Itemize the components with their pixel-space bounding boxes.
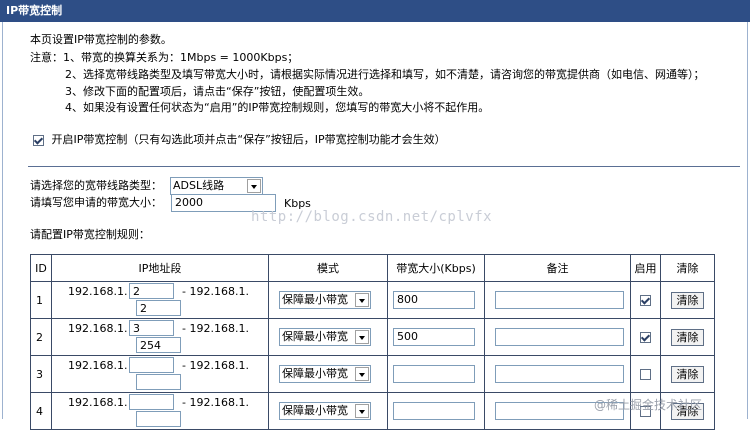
note-cell [484, 281, 631, 319]
enable-checkbox[interactable] [33, 134, 44, 146]
rule-bandwidth-input[interactable] [393, 402, 475, 420]
col-bandwidth: 带宽大小(Kbps) [387, 254, 485, 282]
line-type-label: 请选择您的宽带线路类型： [30, 179, 162, 192]
col-note: 备注 [484, 254, 631, 282]
note-3: 3、修改下面的配置项后，请点击“保存”按钮，使配置项生效。 [65, 85, 370, 98]
row-id: 3 [30, 355, 52, 393]
chevron-down-icon[interactable] [355, 404, 369, 418]
note-input[interactable] [495, 328, 624, 346]
mode-value: 保障最小带宽 [282, 293, 348, 306]
col-mode: 模式 [268, 254, 388, 282]
enabled-cell [630, 355, 661, 393]
intro-text: 本页设置IP带宽控制的参数。 [30, 33, 172, 46]
ip-separator: - 192.168.1. [182, 322, 249, 335]
rule-enable-checkbox[interactable] [640, 369, 651, 380]
table-row: 3 192.168.1. - 192.168.1. 保障最小带宽 清除 [30, 355, 715, 393]
ip-range-cell: 192.168.1. - 192.168.1. [51, 355, 269, 393]
ip-start-input[interactable] [129, 394, 174, 410]
chevron-down-icon[interactable] [355, 367, 369, 381]
mode-select[interactable]: 保障最小带宽 [279, 365, 371, 383]
table-row: 2 192.168.1. 3 - 192.168.1. 254 保障最小带宽 5… [30, 318, 715, 356]
ip-separator: - 192.168.1. [182, 359, 249, 372]
bandwidth-label: 请填写您申请的带宽大小： [30, 196, 162, 209]
note-1: 注意：1、带宽的换算关系为：1Mbps = 1000Kbps； [30, 51, 299, 64]
rule-bandwidth-input[interactable] [393, 365, 475, 383]
enabled-cell [630, 281, 661, 319]
mode-cell: 保障最小带宽 [268, 392, 388, 430]
note-cell [484, 318, 631, 356]
ip-separator: - 192.168.1. [182, 285, 249, 298]
row-id: 2 [30, 318, 52, 356]
ip-end-input[interactable]: 2 [136, 300, 181, 316]
rules-title: 请配置IP带宽控制规则： [30, 228, 150, 241]
rule-enable-checkbox[interactable] [640, 295, 651, 306]
mode-value: 保障最小带宽 [282, 404, 348, 417]
rule-enable-checkbox[interactable] [640, 332, 651, 343]
table-header-row: ID IP地址段 模式 带宽大小(Kbps) 备注 启用 清除 [30, 254, 715, 282]
clear-button[interactable]: 清除 [671, 366, 704, 383]
divider [28, 166, 740, 167]
clear-cell: 清除 [660, 318, 715, 356]
row-id: 1 [30, 281, 52, 319]
page-title: IP带宽控制 [0, 0, 750, 22]
ip-range-cell: 192.168.1. 3 - 192.168.1. 254 [51, 318, 269, 356]
col-ip-range: IP地址段 [51, 254, 269, 282]
note-4: 4、如果没有设置任何状态为“启用”的IP带宽控制规则，您填写的带宽大小将不起作用… [65, 101, 490, 114]
note-input[interactable] [495, 291, 624, 309]
ip-prefix: 192.168.1. [68, 285, 128, 298]
ip-start-input[interactable] [129, 357, 174, 373]
rule-bandwidth-input[interactable]: 800 [393, 291, 475, 309]
line-type-select[interactable]: ADSL线路 [170, 177, 263, 195]
chevron-down-icon[interactable] [247, 179, 261, 193]
ip-end-input[interactable] [136, 374, 181, 390]
ip-start-input[interactable]: 2 [129, 283, 174, 299]
watermark-text: http://blog.csdn.net/cplvfx [251, 209, 493, 225]
mode-cell: 保障最小带宽 [268, 318, 388, 356]
bandwidth-cell [387, 392, 485, 430]
bandwidth-cell: 800 [387, 281, 485, 319]
clear-cell: 清除 [660, 355, 715, 393]
ip-end-input[interactable]: 254 [136, 337, 181, 353]
enabled-cell [630, 318, 661, 356]
mode-select[interactable]: 保障最小带宽 [279, 402, 371, 420]
bandwidth-cell [387, 355, 485, 393]
enable-row: 开启IP带宽控制（只有勾选此项并点击“保存”按钮后，IP带宽控制功能才会生效） [33, 133, 446, 147]
rule-bandwidth-input[interactable]: 500 [393, 328, 475, 346]
ip-separator: - 192.168.1. [182, 396, 249, 409]
enable-label: 开启IP带宽控制（只有勾选此项并点击“保存”按钮后，IP带宽控制功能才会生效） [51, 133, 446, 146]
clear-cell: 清除 [660, 281, 715, 319]
clear-button[interactable]: 清除 [671, 292, 704, 309]
note-cell [484, 355, 631, 393]
bandwidth-cell: 500 [387, 318, 485, 356]
clear-button[interactable]: 清除 [671, 329, 704, 346]
line-type-value: ADSL线路 [173, 179, 225, 192]
mode-cell: 保障最小带宽 [268, 281, 388, 319]
ip-prefix: 192.168.1. [68, 322, 128, 335]
ip-prefix: 192.168.1. [68, 396, 128, 409]
row-id: 4 [30, 392, 52, 430]
mode-cell: 保障最小带宽 [268, 355, 388, 393]
mode-value: 保障最小带宽 [282, 330, 348, 343]
mode-value: 保障最小带宽 [282, 367, 348, 380]
chevron-down-icon[interactable] [355, 293, 369, 307]
mode-select[interactable]: 保障最小带宽 [279, 291, 371, 309]
ip-range-cell: 192.168.1. 2 - 192.168.1. 2 [51, 281, 269, 319]
col-id: ID [30, 254, 52, 282]
col-enabled: 启用 [630, 254, 661, 282]
ip-end-input[interactable] [136, 411, 181, 427]
table-row: 1 192.168.1. 2 - 192.168.1. 2 保障最小带宽 800… [30, 281, 715, 319]
ip-start-input[interactable]: 3 [129, 320, 174, 336]
corner-watermark: @稀土掘金技术社区 [594, 398, 703, 412]
note-input[interactable] [495, 365, 624, 383]
ip-prefix: 192.168.1. [68, 359, 128, 372]
mode-select[interactable]: 保障最小带宽 [279, 328, 371, 346]
note-2: 2、选择宽带线路类型及填写带宽大小时，请根据实际情况进行选择和填写，如不清楚，请… [65, 68, 705, 81]
col-clear: 清除 [660, 254, 715, 282]
ip-range-cell: 192.168.1. - 192.168.1. [51, 392, 269, 430]
chevron-down-icon[interactable] [355, 330, 369, 344]
